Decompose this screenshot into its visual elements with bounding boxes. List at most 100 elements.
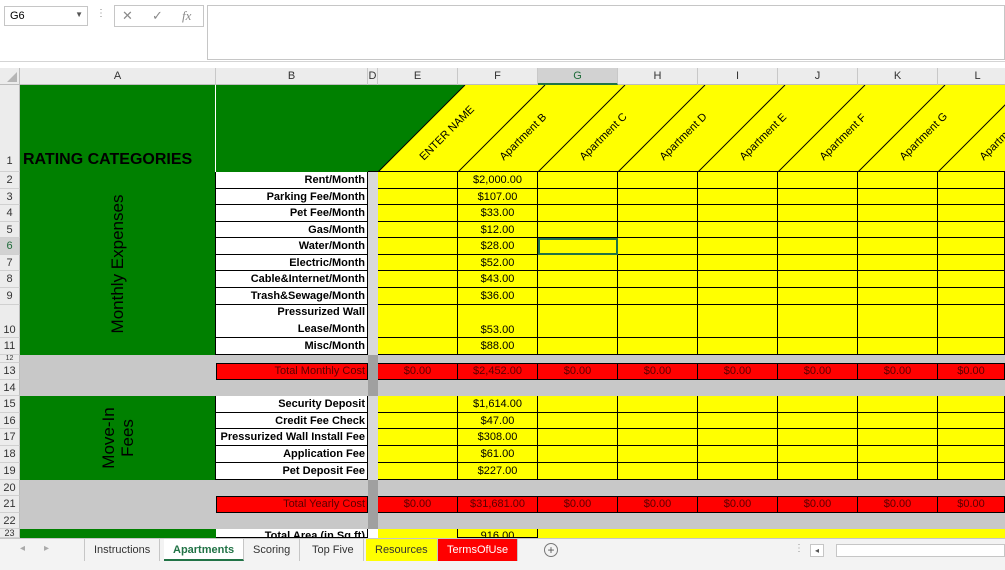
name-box[interactable]: G6 ▼ [4, 6, 88, 26]
cell[interactable]: $36.00 [458, 288, 538, 305]
total-value-cell[interactable]: $0.00 [538, 496, 618, 513]
cell[interactable] [938, 396, 1005, 413]
cell[interactable] [698, 205, 778, 222]
cell[interactable] [858, 305, 938, 338]
row-label[interactable]: Pressurized Wall Install Fee [216, 429, 368, 446]
cell[interactable] [378, 338, 458, 355]
cell[interactable] [698, 429, 778, 446]
cell[interactable]: $88.00 [458, 338, 538, 355]
cell[interactable] [778, 271, 858, 288]
total-value-cell[interactable]: $0.00 [698, 496, 778, 513]
cell[interactable] [698, 255, 778, 271]
tab-scoring[interactable]: Scoring [244, 539, 301, 561]
cell[interactable] [778, 463, 858, 480]
row-label[interactable]: Misc/Month [216, 338, 368, 355]
total-value-cell[interactable]: $0.00 [938, 496, 1005, 513]
cell[interactable] [858, 205, 938, 222]
cell[interactable] [938, 189, 1005, 205]
column-header[interactable]: B [216, 68, 368, 85]
cell[interactable]: $52.00 [458, 255, 538, 271]
cell[interactable] [698, 189, 778, 205]
cell[interactable] [858, 189, 938, 205]
cell[interactable]: $12.00 [458, 222, 538, 238]
cell[interactable]: $107.00 [458, 189, 538, 205]
cell[interactable] [538, 529, 1005, 538]
cell[interactable] [778, 338, 858, 355]
cell[interactable] [618, 288, 698, 305]
cell[interactable] [618, 429, 698, 446]
cell[interactable] [778, 238, 858, 255]
cell[interactable] [858, 222, 938, 238]
scroll-left-icon[interactable]: ◂ [20, 543, 25, 554]
cell[interactable] [618, 205, 698, 222]
row-label[interactable]: Pressurized Wall Lease/Month [216, 305, 368, 338]
cell[interactable]: $47.00 [458, 413, 538, 429]
total-value-cell[interactable]: $31,681.00 [458, 496, 538, 513]
cell[interactable]: $28.00 [458, 238, 538, 255]
column-d-cell[interactable] [368, 205, 378, 222]
column-d-cell[interactable] [368, 463, 378, 480]
cell[interactable] [618, 222, 698, 238]
cell[interactable] [698, 238, 778, 255]
cell[interactable] [378, 172, 458, 189]
column-d-cell[interactable] [368, 288, 378, 305]
row-label[interactable]: Electric/Month [216, 255, 368, 271]
cell[interactable] [858, 338, 938, 355]
cell[interactable] [698, 463, 778, 480]
cell[interactable] [778, 413, 858, 429]
cell[interactable] [698, 271, 778, 288]
cell[interactable] [858, 429, 938, 446]
column-d-cell[interactable] [368, 172, 378, 189]
cell[interactable] [618, 271, 698, 288]
column-d-cell[interactable] [368, 189, 378, 205]
cell[interactable] [858, 396, 938, 413]
cell[interactable] [858, 238, 938, 255]
column-header[interactable]: H [618, 68, 698, 85]
cell[interactable] [618, 172, 698, 189]
cell[interactable] [698, 305, 778, 338]
row-header[interactable]: 10 [0, 305, 20, 338]
cell[interactable] [538, 413, 618, 429]
cell[interactable] [538, 288, 618, 305]
total-value-cell[interactable]: $0.00 [378, 363, 458, 380]
cell[interactable] [538, 429, 618, 446]
cell[interactable] [778, 446, 858, 463]
cell[interactable] [858, 463, 938, 480]
row-header[interactable]: 14 [0, 380, 20, 396]
cell[interactable] [698, 222, 778, 238]
check-icon[interactable]: ✓ [152, 8, 163, 24]
cell[interactable] [698, 413, 778, 429]
cell[interactable] [378, 255, 458, 271]
cell[interactable] [538, 222, 618, 238]
formula-input[interactable] [207, 5, 1005, 60]
total-monthly-label[interactable]: Total Monthly Cost [216, 363, 368, 380]
cell[interactable] [938, 288, 1005, 305]
cell[interactable]: $1,614.00 [458, 396, 538, 413]
cell[interactable] [378, 271, 458, 288]
cell-f-value[interactable]: 916.00 [458, 529, 538, 538]
cell[interactable] [778, 172, 858, 189]
tab-top-five[interactable]: Top Five [303, 539, 364, 561]
column-header[interactable]: A [20, 68, 216, 85]
total-value-cell[interactable]: $0.00 [938, 363, 1005, 380]
row-header[interactable]: 9 [0, 288, 20, 305]
cell[interactable] [378, 396, 458, 413]
horizontal-scrollbar[interactable] [836, 544, 1005, 557]
cell[interactable] [618, 238, 698, 255]
cell[interactable] [378, 222, 458, 238]
column-d-cell[interactable] [368, 396, 378, 413]
row-header[interactable]: 20 [0, 480, 20, 496]
total-value-cell[interactable]: $0.00 [698, 363, 778, 380]
cell[interactable] [778, 429, 858, 446]
row-header[interactable]: 16 [0, 413, 20, 429]
column-d-cell[interactable] [368, 305, 378, 338]
cell[interactable] [858, 271, 938, 288]
rating-categories-cell[interactable]: RATING CATEGORIES [20, 85, 216, 172]
row-header[interactable]: 21 [0, 496, 20, 513]
cell[interactable] [378, 429, 458, 446]
cell[interactable] [698, 338, 778, 355]
row-header[interactable]: 3 [0, 189, 20, 205]
column-header[interactable]: E [378, 68, 458, 85]
cell[interactable] [698, 446, 778, 463]
total-yearly-label[interactable]: Total Yearly Cost [216, 496, 368, 513]
